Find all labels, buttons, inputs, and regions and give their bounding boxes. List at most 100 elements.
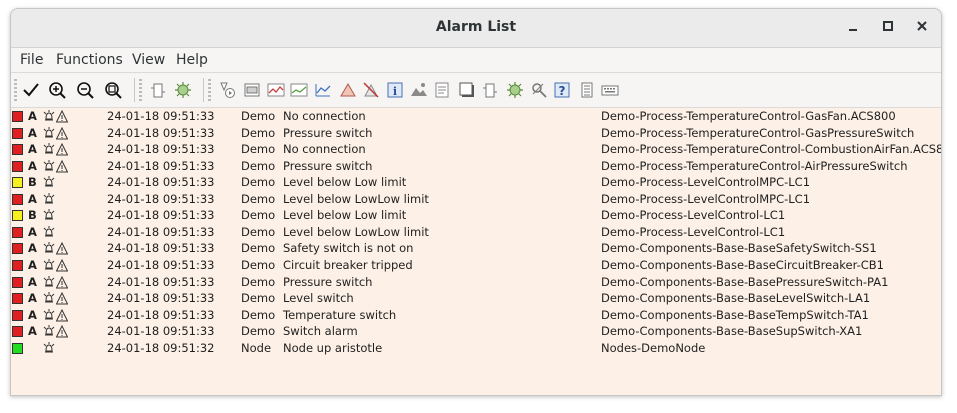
maximize-button[interactable]: [877, 17, 899, 39]
alarm-row[interactable]: A 24-01-18 09:51:33 Demo Temperature switch…: [11, 308, 941, 324]
keyboard-icon[interactable]: [600, 80, 620, 100]
bell-icon: [43, 258, 55, 272]
title-bar[interactable]: Alarm List: [11, 9, 941, 48]
alarm-object: Demo-Process-TemperatureControl-GasPress…: [601, 125, 915, 140]
alarm-group: Demo: [241, 191, 276, 206]
trend-icon[interactable]: [266, 80, 286, 100]
alarm-list[interactable]: A 24-01-18 09:51:33 Demo No connection Demo-…: [11, 108, 941, 395]
object-graph-icon[interactable]: [242, 80, 262, 100]
toolbar-grip[interactable]: [139, 79, 142, 101]
alarm-time: 24-01-18 09:51:33: [107, 324, 215, 339]
alarm-object: Demo-Process-LevelControl-LC1: [601, 208, 786, 223]
alarm-text: Temperature switch: [283, 307, 397, 322]
alarm-text: Level below Low limit: [283, 208, 407, 223]
alarm-row[interactable]: A 24-01-18 09:51:33 Demo Pressure switch Dem…: [11, 126, 941, 142]
bell-icon: [43, 110, 55, 123]
alarm-time: 24-01-18 09:51:33: [107, 241, 215, 256]
alarm-text: Level switch: [283, 291, 354, 306]
alarm-row[interactable]: A 24-01-18 09:51:33 Demo Circuit breaker tr…: [11, 258, 941, 274]
datasheet-icon[interactable]: [577, 80, 597, 100]
alarm-group: Demo: [241, 125, 276, 140]
alarm-triangle-icon[interactable]: [338, 80, 358, 100]
toolbar-grip[interactable]: [208, 79, 211, 101]
menu-view[interactable]: View: [132, 52, 165, 68]
toolbar-grip[interactable]: [14, 79, 17, 101]
alarm-time: 24-01-18 09:51:33: [107, 224, 215, 239]
photo-icon[interactable]: [409, 80, 429, 100]
alarm-time: 24-01-18 09:51:33: [107, 125, 215, 140]
warning-icon: [55, 159, 69, 173]
info-icon[interactable]: i: [385, 80, 405, 100]
warning-icon: [55, 126, 69, 140]
check-icon[interactable]: [21, 80, 41, 100]
alarm-row[interactable]: A 24-01-18 09:51:33 Demo Pressure switch Dem…: [11, 159, 941, 175]
crossref-icon[interactable]: [505, 80, 525, 100]
alarm-row[interactable]: A 24-01-18 09:51:33 Demo Level below LowLow…: [11, 225, 941, 241]
svg-text:?: ?: [559, 84, 566, 98]
bell-icon: [43, 126, 55, 140]
help-icon[interactable]: ?: [552, 80, 572, 100]
minimize-icon: [849, 29, 857, 31]
bell-icon: [43, 325, 55, 338]
zoom-in-icon[interactable]: [47, 80, 67, 100]
zoom-reset-icon[interactable]: [103, 80, 123, 100]
alarm-priority: A: [28, 125, 37, 140]
maximize-icon: [883, 21, 893, 31]
bell-icon: [43, 308, 55, 322]
alarm-color-square: [12, 193, 23, 205]
component-icon[interactable]: [173, 80, 193, 100]
alarm-text: Level below Low limit: [283, 175, 407, 190]
alarm-object: Demo-Process-LevelControl-LC1: [601, 224, 786, 239]
alarm-color-square: [12, 309, 23, 321]
alarm-object: Demo-Components-Base-BasePressureSwitch-…: [601, 274, 889, 289]
minimize-button[interactable]: [842, 17, 864, 39]
alarm-row[interactable]: A 24-01-18 09:51:33 Demo Safety switch is n…: [11, 241, 941, 257]
zoom-out-icon[interactable]: [75, 80, 95, 100]
menu-functions[interactable]: Functions: [56, 52, 123, 68]
alarm-row[interactable]: A 24-01-18 09:51:33 Demo No connection Demo-…: [11, 109, 941, 125]
alarm-time: 24-01-18 09:51:33: [107, 208, 215, 223]
alarm-row[interactable]: B 24-01-18 09:51:33 Demo Level below Low li…: [11, 208, 941, 224]
menu-help[interactable]: Help: [176, 52, 208, 68]
fast-curve-icon[interactable]: [313, 80, 333, 100]
alarm-text: Pressure switch: [283, 274, 373, 289]
notes-icon[interactable]: [432, 80, 452, 100]
bell-icon: [43, 275, 55, 289]
alarm-priority: A: [28, 158, 37, 173]
alarm-priority: B: [28, 175, 37, 190]
alarm-row[interactable]: A 24-01-18 09:51:33 Demo Level switch Demo-C…: [11, 291, 941, 307]
graph-icon[interactable]: [457, 80, 477, 100]
object-plain-icon[interactable]: [480, 80, 500, 100]
alarm-group: Demo: [241, 208, 276, 223]
alarm-time: 24-01-18 09:51:33: [107, 274, 215, 289]
alarm-row[interactable]: A 24-01-18 09:51:33 Demo Pressure switch Dem…: [11, 275, 941, 291]
history-icon[interactable]: [289, 80, 309, 100]
alarm-object: Demo-Process-TemperatureControl-Combusti…: [601, 142, 942, 157]
close-button[interactable]: [911, 17, 933, 39]
bell-icon: [43, 143, 55, 156]
alarm-row[interactable]: A 24-01-18 09:51:33 Demo Switch alarm Demo-C…: [11, 324, 941, 340]
alarm-time: 24-01-18 09:51:33: [107, 158, 215, 173]
alarm-group: Demo: [241, 158, 276, 173]
warning-icon: [55, 308, 69, 322]
toolbar-separator: [134, 78, 135, 102]
alarm-row[interactable]: A 24-01-18 09:51:33 Demo No connection Demo-…: [11, 142, 941, 158]
alarm-row[interactable]: A 24-01-18 09:51:33 Demo Level below LowLow…: [11, 192, 941, 208]
warning-icon: [55, 109, 69, 123]
warning-icon: [55, 291, 69, 305]
help-search-icon[interactable]: [529, 80, 549, 100]
open-plc-icon[interactable]: [217, 80, 237, 100]
bell-icon: [43, 159, 55, 173]
alarm-row[interactable]: 24-01-18 09:51:32 Node Node up aristotle No…: [11, 341, 941, 357]
alarm-time: 24-01-18 09:51:33: [107, 291, 215, 306]
alarm-text: Level below LowLow limit: [283, 191, 429, 206]
alarm-object: Demo-Components-Base-BaseCircuitBreaker-…: [601, 257, 884, 272]
alarm-row[interactable]: B 24-01-18 09:51:33 Demo Level below Low li…: [11, 175, 941, 191]
menu-file[interactable]: File: [20, 52, 43, 68]
alarm-color-square: [12, 276, 23, 288]
alarm-color-square: [12, 144, 23, 156]
alarm-group: Demo: [241, 257, 276, 272]
object-icon[interactable]: [148, 80, 168, 100]
block-events-icon[interactable]: [361, 80, 381, 100]
warning-icon: [55, 142, 69, 156]
